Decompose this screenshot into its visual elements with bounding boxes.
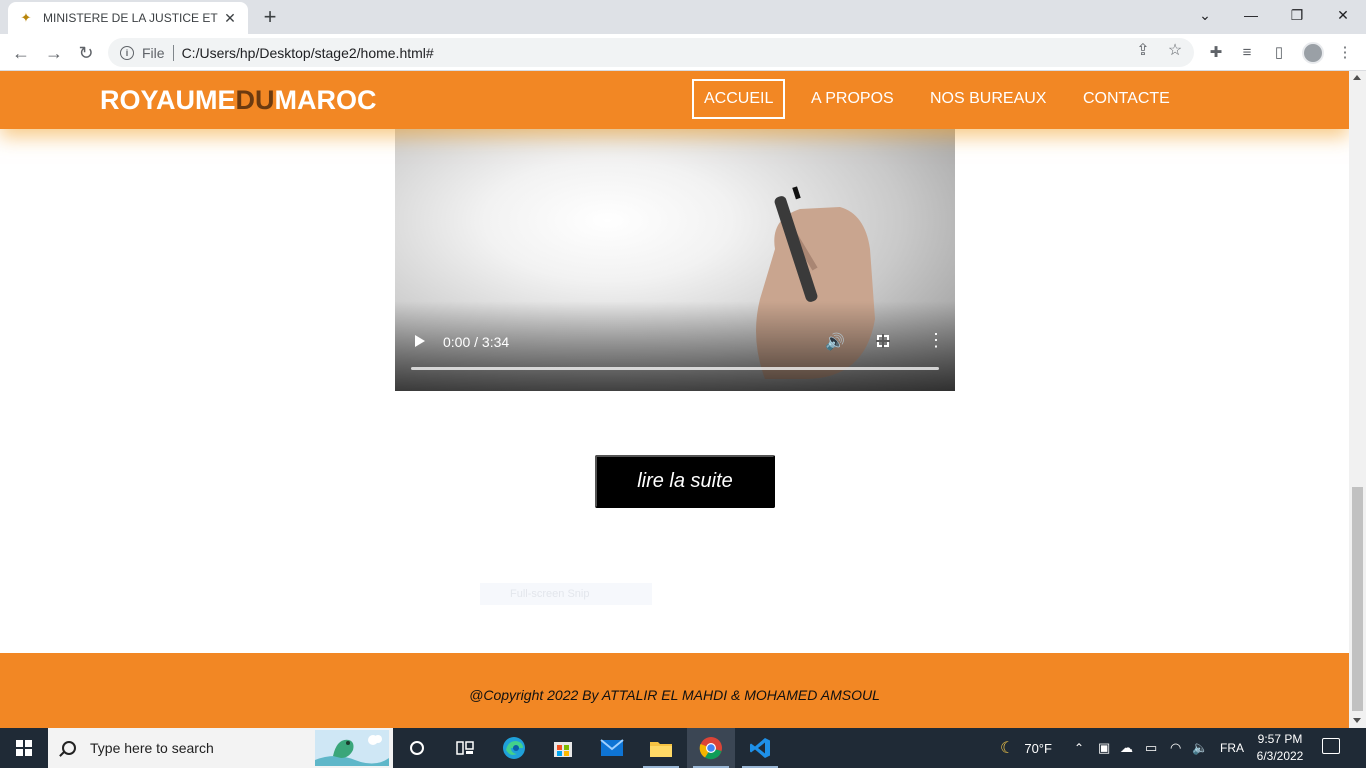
show-hidden-icons-chevron-icon[interactable]: ⌃	[1074, 728, 1084, 768]
profile-avatar[interactable]	[1302, 42, 1324, 64]
vscode-icon[interactable]	[736, 728, 784, 768]
cortana-icon[interactable]	[393, 728, 441, 768]
logo-word-du: DU	[235, 85, 275, 115]
nav-a-propos[interactable]: A PROPOS	[801, 79, 904, 119]
taskbar-clock[interactable]: 9:57 PM 6/3/2022	[1248, 731, 1312, 765]
meet-now-icon[interactable]: ▣	[1098, 728, 1110, 768]
forward-arrow-icon[interactable]: →	[42, 41, 66, 65]
url-text[interactable]: C:/Users/hp/Desktop/stage2/home.html#	[182, 45, 434, 61]
logo-word-royaume: ROYAUME	[100, 85, 236, 115]
microsoft-store-icon[interactable]	[539, 728, 587, 768]
site-header: ROYAUMEDUMAROC ACCUEIL A PROPOS NOS BURE…	[0, 71, 1349, 129]
scroll-up-arrow-icon[interactable]	[1353, 75, 1361, 80]
start-button[interactable]	[0, 728, 48, 768]
moon-icon: ☾	[1000, 740, 1015, 757]
side-panel-icon[interactable]: ▯	[1267, 42, 1291, 64]
browser-tab[interactable]: ✦ MINISTERE DE LA JUSTICE ET DE ✕	[8, 2, 248, 34]
minimize-icon[interactable]: —	[1231, 4, 1271, 26]
site-logo[interactable]: ROYAUMEDUMAROC	[100, 85, 377, 116]
weather-widget[interactable]: ☾ 70°F	[1000, 728, 1052, 768]
media-queue-icon[interactable]: ≡	[1235, 42, 1259, 64]
reload-icon[interactable]: ↻	[74, 41, 98, 65]
clock-date: 6/3/2022	[1256, 749, 1304, 763]
task-view-icon[interactable]	[441, 728, 489, 768]
tab-title: MINISTERE DE LA JUSTICE ET DE	[43, 11, 219, 25]
speaker-icon[interactable]: 🔈	[1192, 728, 1208, 768]
page-viewport: ROYAUMEDUMAROC ACCUEIL A PROPOS NOS BURE…	[0, 71, 1349, 728]
windows-taskbar: Type here to search ☾ 70°F ⌃ ▣ ☁ ▭ ◠ 🔈 F…	[0, 728, 1366, 768]
close-tab-icon[interactable]: ✕	[222, 10, 238, 27]
fullscreen-icon[interactable]	[876, 334, 890, 348]
url-scheme: File	[142, 44, 165, 61]
search-placeholder: Type here to search	[90, 740, 214, 756]
clock-time: 9:57 PM	[1257, 732, 1303, 746]
more-options-icon[interactable]: ⋮	[927, 331, 945, 349]
wifi-icon[interactable]: ◠	[1170, 728, 1181, 768]
input-language[interactable]: FRA	[1220, 728, 1244, 768]
video-progress-bar[interactable]	[411, 367, 939, 370]
nav-accueil[interactable]: ACCUEIL	[692, 79, 786, 119]
read-more-button[interactable]: lire la suite	[595, 455, 775, 508]
volume-icon[interactable]: 🔊	[825, 332, 845, 352]
video-player[interactable]: 0:00 / 3:34 🔊 ⋮	[395, 129, 955, 391]
scrollbar-thumb[interactable]	[1352, 487, 1363, 711]
video-time: 0:00 / 3:34	[443, 334, 510, 350]
browser-toolbar: ← → ↻ i File C:/Users/hp/Desktop/stage2/…	[0, 34, 1366, 71]
file-explorer-icon[interactable]	[637, 728, 685, 768]
restore-icon[interactable]: ❐	[1277, 4, 1317, 26]
mail-icon[interactable]	[588, 728, 636, 768]
battery-icon[interactable]: ▭	[1145, 728, 1157, 768]
notification-center-icon[interactable]	[1322, 738, 1340, 754]
browser-tab-strip: ✦ MINISTERE DE LA JUSTICE ET DE ✕ + ⌄ — …	[0, 0, 1366, 34]
page-scrollbar[interactable]	[1349, 71, 1366, 728]
site-info-icon[interactable]: i	[120, 45, 134, 60]
close-window-icon[interactable]: ✕	[1323, 4, 1363, 26]
back-arrow-icon[interactable]: ←	[9, 41, 33, 65]
bookmark-star-icon[interactable]: ☆	[1163, 39, 1187, 63]
address-bar[interactable]: i File C:/Users/hp/Desktop/stage2/home.h…	[108, 38, 1194, 67]
nav-contacte[interactable]: CONTACTE	[1073, 79, 1180, 119]
site-footer: @Copyright 2022 By ATTALIR EL MAHDI & MO…	[0, 653, 1349, 728]
coat-of-arms-favicon-icon: ✦	[20, 10, 32, 25]
browser-menu-icon[interactable]: ⋮	[1333, 42, 1357, 64]
play-icon[interactable]	[415, 335, 425, 347]
windows-logo-icon	[16, 740, 32, 756]
url-separator	[172, 44, 174, 61]
search-highlight-illustration-icon	[315, 730, 389, 766]
new-tab-button[interactable]: +	[258, 5, 282, 29]
taskbar-search[interactable]: Type here to search	[48, 728, 393, 768]
search-icon	[62, 741, 76, 755]
onedrive-cloud-icon[interactable]: ☁	[1120, 728, 1133, 768]
share-icon[interactable]: ⇪	[1131, 39, 1155, 63]
scroll-down-arrow-icon[interactable]	[1353, 718, 1361, 723]
snip-overlay-hint: Full-screen Snip	[480, 583, 652, 605]
weather-temperature: 70°F	[1024, 740, 1052, 756]
extensions-puzzle-icon[interactable]: ✚	[1204, 42, 1228, 64]
logo-word-maroc: MAROC	[274, 85, 377, 115]
footer-copyright: @Copyright 2022 By ATTALIR EL MAHDI & MO…	[469, 687, 880, 703]
tab-search-icon[interactable]: ⌄	[1185, 4, 1225, 26]
nav-nos-bureaux[interactable]: NOS BUREAUX	[920, 79, 1056, 119]
edge-icon[interactable]	[490, 728, 538, 768]
chrome-icon[interactable]	[687, 728, 735, 768]
